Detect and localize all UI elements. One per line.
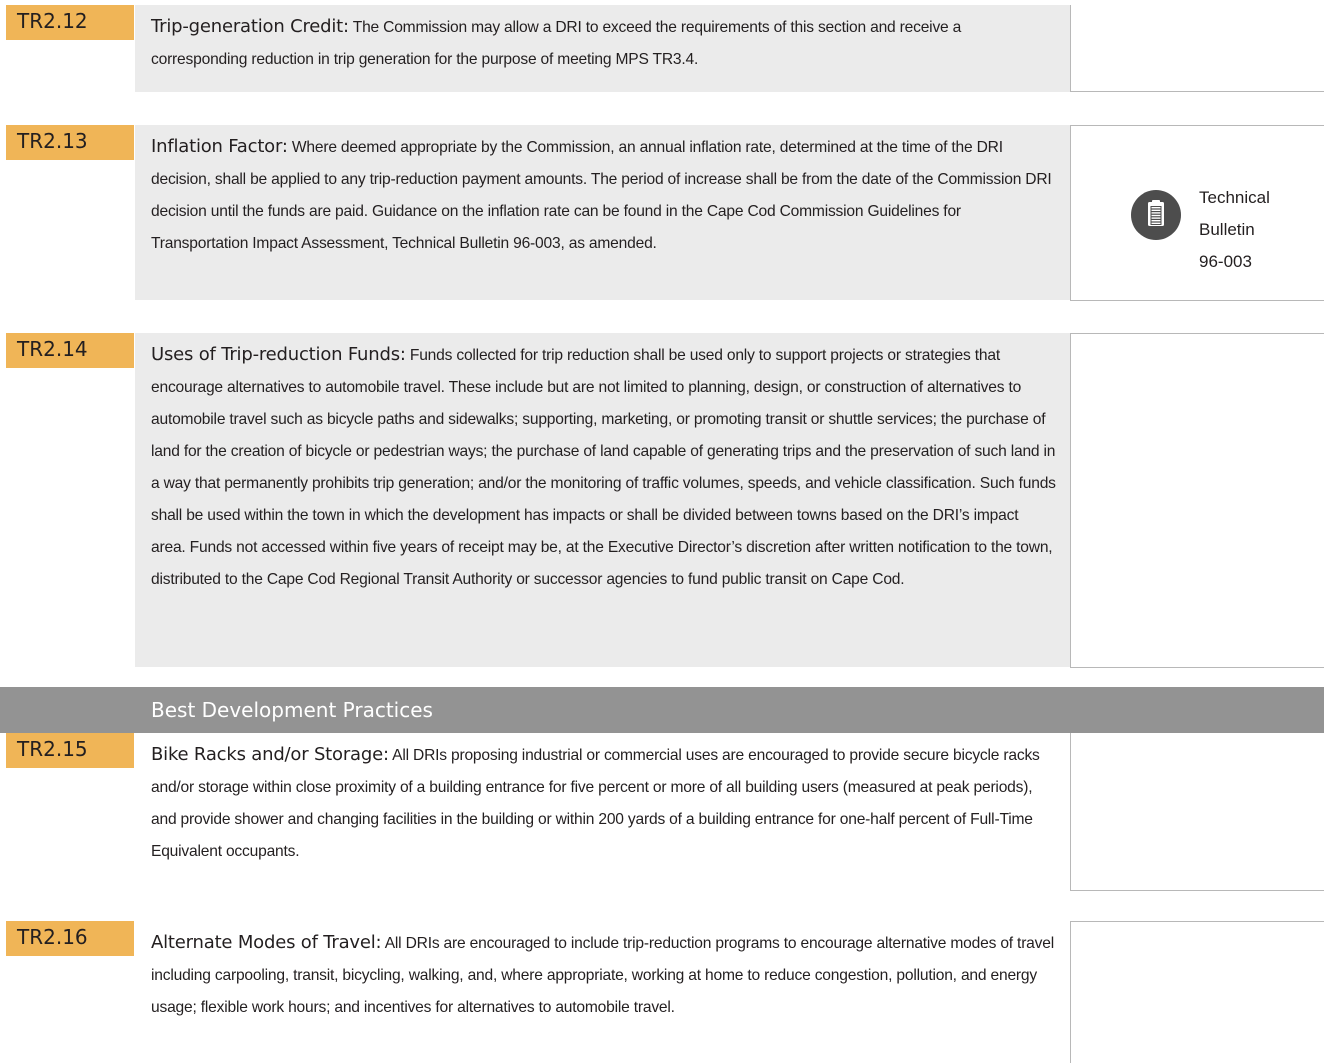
title-tr2-15: Bike Racks and/or Storage: — [151, 744, 389, 765]
content-tr2-12: Trip-generation Credit: The Commission m… — [135, 5, 1070, 92]
bulletin-line-2: Bulletin — [1199, 220, 1255, 239]
content-tr2-16: Alternate Modes of Travel: All DRIs are … — [135, 921, 1070, 1063]
bulletin-line-3: 96-003 — [1199, 252, 1252, 271]
code-tab-tr2-12: TR2.12 — [6, 5, 134, 40]
sidebar-tr2-15 — [1070, 733, 1324, 891]
title-tr2-14: Uses of Trip-reduction Funds: — [151, 344, 406, 365]
code-tab-tr2-14: TR2.14 — [6, 333, 134, 368]
best-development-practices-band: Best Development Practices — [0, 687, 1324, 733]
sidebar-tr2-13: Technical Bulletin 96-003 — [1070, 125, 1324, 301]
code-tab-tr2-15: TR2.15 — [6, 733, 134, 768]
document-icon — [1131, 190, 1181, 240]
sidebar-tr2-14 — [1070, 333, 1324, 668]
code-tab-tr2-16: TR2.16 — [6, 921, 134, 956]
content-tr2-15: Bike Racks and/or Storage: All DRIs prop… — [135, 733, 1070, 883]
title-tr2-13: Inflation Factor: — [151, 136, 288, 157]
content-tr2-14: Uses of Trip-reduction Funds: Funds coll… — [135, 333, 1070, 667]
content-tr2-13: Inflation Factor: Where deemed appropria… — [135, 125, 1070, 300]
technical-bulletin-reference: Technical Bulletin 96-003 — [1199, 182, 1270, 278]
code-tab-tr2-13: TR2.13 — [6, 125, 134, 160]
sidebar-tr2-16 — [1070, 921, 1324, 1063]
title-tr2-16: Alternate Modes of Travel: — [151, 932, 382, 953]
sidebar-tr2-12 — [1070, 5, 1324, 92]
title-tr2-12: Trip-generation Credit: — [151, 16, 349, 37]
section-heading: Best Development Practices — [151, 698, 433, 722]
bulletin-line-1: Technical — [1199, 188, 1270, 207]
body-tr2-14: Funds collected for trip reduction shall… — [151, 347, 1056, 588]
